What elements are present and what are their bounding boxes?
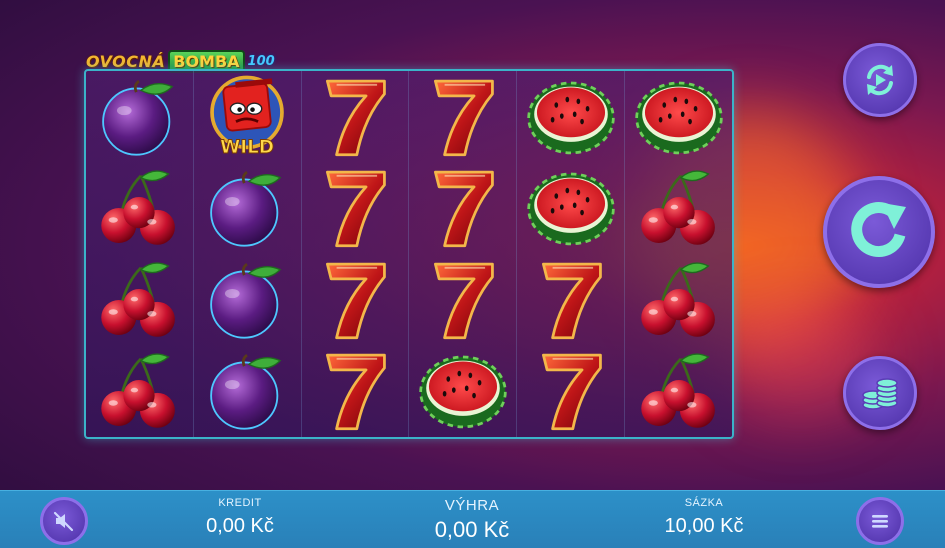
seven-symbol (302, 163, 409, 255)
seven-symbol (517, 346, 624, 438)
bet-value: 10,00 Kč (664, 515, 744, 537)
cherry-symbol (625, 254, 732, 346)
seven-symbol (409, 71, 516, 163)
sound-off-icon (53, 511, 74, 532)
plum-symbol (194, 346, 301, 438)
credit-display: KREDIT 0,00 Kč (180, 497, 300, 538)
seven-symbol (302, 254, 409, 346)
plum-symbol (194, 163, 301, 255)
cherry-symbol (625, 163, 732, 255)
reel-column (86, 71, 194, 437)
seven-symbol (302, 346, 409, 438)
wild-label: WILD (220, 137, 274, 158)
reel-column (302, 71, 410, 437)
logo-word-ovocna: OVOCNÁ (86, 51, 166, 71)
autoplay-icon (867, 64, 893, 96)
wild-symbol: WILD (194, 71, 301, 163)
cherry-symbol (625, 346, 732, 438)
reel-column (409, 71, 518, 438)
reels-grid: WILD (84, 69, 734, 439)
watermelon-symbol (517, 163, 624, 255)
sound-toggle-button[interactable] (40, 497, 88, 545)
seven-symbol (409, 163, 516, 255)
reel-column: WILD (194, 71, 302, 437)
reel-column (625, 71, 732, 437)
seven-symbol (302, 71, 409, 163)
watermelon-symbol (409, 346, 516, 438)
plum-symbol (194, 254, 301, 346)
status-bar: KREDIT 0,00 Kč VÝHRA 0,00 Kč SÁZKA 10,00… (0, 490, 945, 548)
win-display: VÝHRA 0,00 Kč (412, 497, 532, 543)
autoplay-button[interactable] (843, 43, 917, 117)
win-label: VÝHRA (444, 497, 500, 514)
coins-stack-icon (862, 378, 898, 410)
bet-display: SÁZKA 10,00 Kč (644, 497, 764, 538)
plum-symbol (86, 71, 193, 163)
cherry-symbol (86, 163, 193, 255)
bet-label: SÁZKA (684, 497, 724, 509)
watermelon-symbol (625, 71, 732, 163)
spin-button[interactable] (823, 176, 935, 288)
logo-number: 100 (247, 53, 275, 69)
cherry-symbol (86, 346, 193, 438)
hamburger-menu-icon (872, 515, 888, 528)
game-stage: OVOCNÁ BOMBA 100 WILD (0, 0, 945, 490)
seven-symbol (409, 254, 516, 346)
spin-arrow-icon (851, 202, 906, 257)
credit-value: 0,00 Kč (206, 515, 274, 537)
seven-symbol (517, 254, 624, 346)
bet-button[interactable] (843, 356, 917, 430)
win-value: 0,00 Kč (434, 517, 510, 542)
menu-button[interactable] (856, 497, 904, 545)
watermelon-symbol (517, 71, 624, 163)
cherry-symbol (86, 254, 193, 346)
reel-column (517, 71, 626, 438)
credit-label: KREDIT (218, 497, 262, 509)
